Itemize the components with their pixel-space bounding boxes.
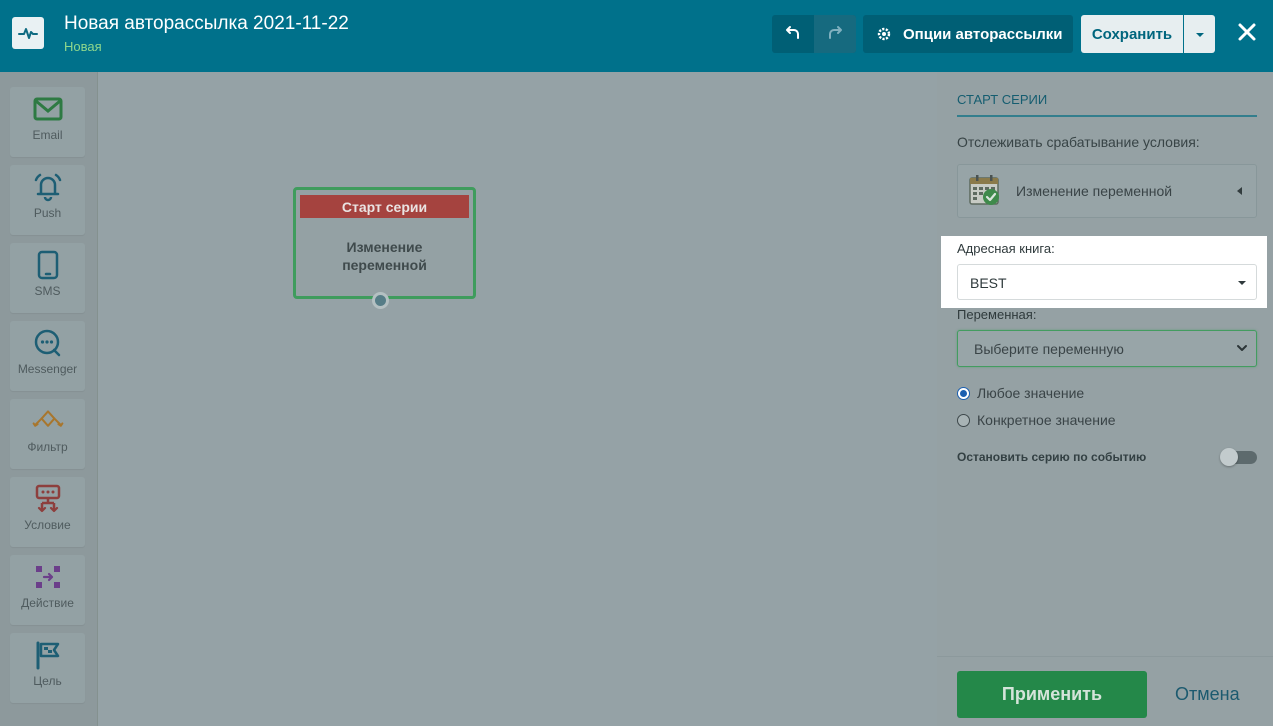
start-node-line-2: переменной <box>342 257 427 273</box>
chevron-down-icon <box>1234 340 1250 356</box>
condition-icon <box>32 483 64 515</box>
address-book-select[interactable]: BEST <box>957 264 1257 300</box>
envelope-icon <box>32 93 64 125</box>
tool-label: Условие <box>24 518 71 532</box>
stop-series-label: Остановить серию по событию <box>957 450 1147 464</box>
flag-icon <box>32 639 64 671</box>
close-icon <box>1237 22 1257 47</box>
options-button[interactable]: Опции авторассылки <box>863 15 1073 53</box>
close-button[interactable] <box>1233 20 1261 48</box>
chat-icon <box>32 327 64 359</box>
settings-panel: СТАРТ СЕРИИ Отслеживать срабатывание усл… <box>937 72 1273 726</box>
start-node-body: Изменение переменной <box>296 238 473 274</box>
start-node[interactable]: Старт серии Изменение переменной <box>293 187 476 299</box>
variable-select-value: Выберите переменную <box>974 341 1124 357</box>
tool-email[interactable]: Email <box>10 87 85 157</box>
tool-filter[interactable]: Фильтр <box>10 399 85 469</box>
save-dropdown-button[interactable] <box>1184 15 1215 53</box>
tool-sms[interactable]: SMS <box>10 243 85 313</box>
page-title: Новая авторассылка 2021-11-22 <box>64 13 349 34</box>
tool-label: Email <box>32 128 63 142</box>
cancel-link[interactable]: Отмена <box>1175 684 1240 705</box>
tool-push[interactable]: Push <box>10 165 85 235</box>
panel-title: СТАРТ СЕРИИ <box>957 92 1257 117</box>
undo-button[interactable] <box>772 15 814 53</box>
undo-icon <box>785 24 801 45</box>
condition-selector[interactable]: Изменение переменной <box>957 164 1257 218</box>
tool-label: Messenger <box>17 362 78 376</box>
tool-label: Фильтр <box>27 440 68 454</box>
caret-down-icon <box>1238 281 1246 285</box>
tool-label: Цель <box>33 674 62 688</box>
variable-select[interactable]: Выберите переменную <box>957 330 1257 367</box>
tool-messenger[interactable]: Messenger <box>10 321 85 391</box>
redo-icon <box>827 24 843 45</box>
tool-condition[interactable]: Условие <box>10 477 85 547</box>
tool-action[interactable]: Действие <box>10 555 85 625</box>
radio-specific-value[interactable]: Конкретное значение <box>957 412 1116 428</box>
tool-label: Действие <box>21 596 74 610</box>
tool-label: Push <box>33 206 62 220</box>
tool-palette: Email Push SMS Messenger Фильтр Условие <box>0 72 98 726</box>
action-icon <box>32 561 64 593</box>
radio-button-unchecked[interactable] <box>957 413 970 427</box>
caret-down-icon <box>1195 25 1205 43</box>
address-book-label: Адресная книга: <box>957 241 1055 256</box>
tool-goal[interactable]: Цель <box>10 633 85 703</box>
radio-button-checked[interactable] <box>957 386 970 400</box>
toggle-knob <box>1220 448 1238 466</box>
node-output-port[interactable] <box>372 292 389 309</box>
start-node-line-1: Изменение <box>346 239 423 255</box>
address-book-card: Адресная книга: BEST <box>941 236 1267 308</box>
history-controls <box>772 15 856 53</box>
track-condition-label: Отслеживать срабатывание условия: <box>957 134 1200 150</box>
radio-any-value[interactable]: Любое значение <box>957 385 1084 401</box>
tool-label: SMS <box>34 284 61 298</box>
options-button-label: Опции авторассылки <box>903 25 1063 43</box>
address-book-value: BEST <box>970 275 1007 291</box>
status-label: Новая <box>64 39 102 54</box>
phone-icon <box>32 249 64 281</box>
condition-value: Изменение переменной <box>1016 183 1173 199</box>
stop-series-toggle[interactable] <box>1220 448 1257 466</box>
pulse-icon <box>12 17 44 49</box>
radio-any-label: Любое значение <box>977 385 1085 401</box>
top-bar: Новая авторассылка 2021-11-22 Новая Опци… <box>0 0 1273 72</box>
caret-left-icon <box>1237 187 1242 195</box>
gear-icon <box>877 27 891 41</box>
radio-specific-label: Конкретное значение <box>977 412 1116 428</box>
panel-footer: Применить Отмена <box>937 656 1273 726</box>
save-button[interactable]: Сохранить <box>1081 15 1183 53</box>
start-node-header: Старт серии <box>300 195 469 218</box>
filter-icon <box>32 405 64 437</box>
apply-button[interactable]: Применить <box>957 671 1147 718</box>
redo-button[interactable] <box>814 15 856 53</box>
bell-icon <box>32 171 64 203</box>
calendar-check-icon <box>968 173 1002 207</box>
variable-label: Переменная: <box>957 307 1037 322</box>
